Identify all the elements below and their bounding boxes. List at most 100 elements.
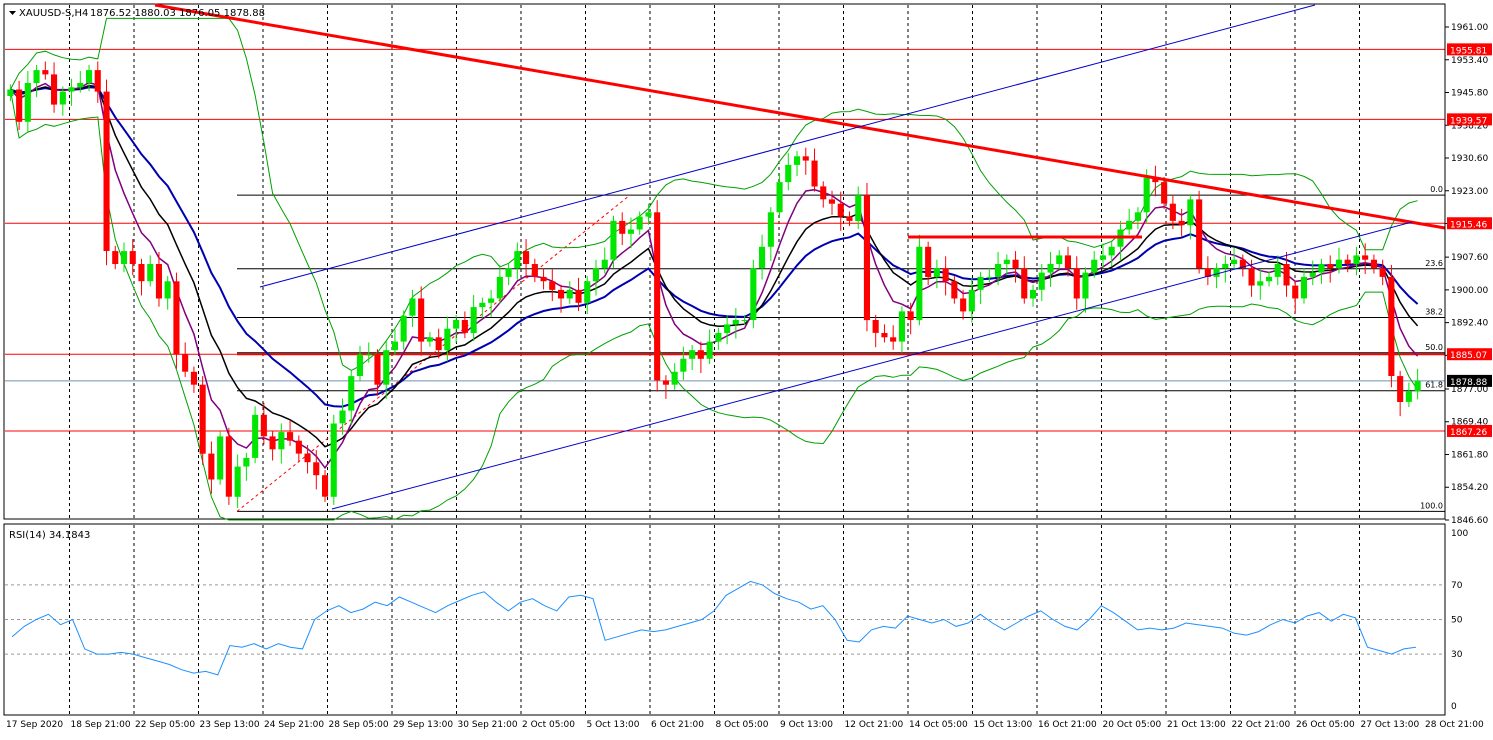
candle-body[interactable] — [697, 350, 704, 359]
candle-body[interactable] — [435, 337, 442, 351]
candle-body[interactable] — [86, 70, 93, 83]
candle-body[interactable] — [1327, 264, 1334, 269]
candle-body[interactable] — [479, 302, 486, 308]
candle-body[interactable] — [881, 333, 888, 338]
candle-body[interactable] — [199, 384, 206, 454]
candle-body[interactable] — [680, 358, 687, 372]
candle-body[interactable] — [1056, 255, 1063, 264]
candle-body[interactable] — [304, 453, 311, 463]
candle-body[interactable] — [759, 246, 766, 269]
candle-body[interactable] — [1257, 281, 1264, 286]
candle-body[interactable] — [811, 160, 818, 187]
candle-body[interactable] — [995, 264, 1002, 277]
candle-body[interactable] — [217, 436, 224, 480]
candle-body[interactable] — [16, 89, 23, 122]
candle-body[interactable] — [1283, 264, 1290, 286]
candle-body[interactable] — [514, 251, 521, 269]
candle-body[interactable] — [444, 328, 451, 351]
candle-body[interactable] — [112, 251, 119, 264]
candle-body[interactable] — [287, 432, 294, 441]
candle-body[interactable] — [1266, 276, 1273, 282]
candle-body[interactable] — [51, 74, 58, 105]
candle-body[interactable] — [339, 410, 346, 424]
candle-body[interactable] — [898, 311, 905, 342]
candle-body[interactable] — [190, 371, 197, 385]
candle-body[interactable] — [636, 216, 643, 230]
candle-body[interactable] — [1196, 199, 1203, 269]
candle-body[interactable] — [662, 380, 669, 385]
candle-body[interactable] — [260, 414, 267, 437]
candle-body[interactable] — [846, 216, 853, 221]
candle-body[interactable] — [732, 320, 739, 325]
candle-body[interactable] — [505, 268, 512, 277]
candle-body[interactable] — [1213, 268, 1220, 277]
candle-body[interactable] — [252, 414, 259, 458]
candle-body[interactable] — [802, 156, 809, 161]
candle-body[interactable] — [322, 475, 329, 497]
candle-body[interactable] — [1099, 255, 1106, 260]
candle-body[interactable] — [960, 298, 967, 312]
candle-body[interactable] — [1335, 259, 1342, 269]
candle-body[interactable] — [916, 246, 923, 321]
candle-body[interactable] — [33, 70, 40, 83]
candle-body[interactable] — [24, 83, 31, 122]
candle-body[interactable] — [1187, 199, 1194, 226]
candle-body[interactable] — [94, 70, 101, 92]
candle-body[interactable] — [1143, 177, 1150, 213]
candle-body[interactable] — [453, 320, 460, 329]
candle-body[interactable] — [724, 324, 731, 333]
candle-body[interactable] — [925, 246, 932, 277]
candle-body[interactable] — [1073, 268, 1080, 299]
candle-body[interactable] — [383, 350, 390, 385]
candle-body[interactable] — [1318, 264, 1325, 273]
candle-body[interactable] — [872, 320, 879, 333]
candle-body[interactable] — [592, 268, 599, 282]
candle-body[interactable] — [59, 91, 66, 105]
candle-body[interactable] — [689, 350, 696, 359]
candle-body[interactable] — [610, 220, 617, 260]
candle-body[interactable] — [1047, 264, 1054, 273]
candle-body[interactable] — [986, 276, 993, 278]
candle-body[interactable] — [1414, 380, 1421, 392]
candle-body[interactable] — [1388, 276, 1395, 376]
candle-body[interactable] — [356, 354, 363, 377]
candle-body[interactable] — [933, 268, 940, 277]
candle-body[interactable] — [837, 203, 844, 217]
candle-body[interactable] — [470, 307, 477, 333]
candle-body[interactable] — [1274, 264, 1281, 277]
candle-body[interactable] — [1038, 272, 1045, 290]
candle-body[interactable] — [1397, 376, 1404, 402]
candle-body[interactable] — [855, 195, 862, 221]
candle-body[interactable] — [1309, 272, 1316, 277]
candle-body[interactable] — [461, 320, 468, 333]
candle-body[interactable] — [1353, 255, 1360, 264]
candle-body[interactable] — [243, 457, 250, 467]
candle-body[interactable] — [348, 376, 355, 411]
candle-body[interactable] — [77, 83, 84, 88]
candle-body[interactable] — [1178, 220, 1185, 226]
candle-body[interactable] — [1108, 246, 1115, 256]
candle-body[interactable] — [400, 315, 407, 342]
candle-body[interactable] — [741, 320, 748, 321]
candle-body[interactable] — [1292, 285, 1299, 299]
candle-body[interactable] — [374, 354, 381, 385]
candle-body[interactable] — [1405, 391, 1412, 402]
candle-body[interactable] — [619, 220, 626, 234]
candle-body[interactable] — [706, 341, 713, 359]
candle-body[interactable] — [558, 289, 565, 299]
candle-body[interactable] — [540, 276, 547, 282]
candle-body[interactable] — [120, 251, 127, 264]
candle-body[interactable] — [1064, 255, 1071, 269]
candle-body[interactable] — [182, 354, 189, 372]
candle-body[interactable] — [1082, 272, 1089, 299]
candle-body[interactable] — [566, 289, 573, 299]
candle-body[interactable] — [295, 440, 302, 454]
candle-body[interactable] — [968, 289, 975, 312]
candle-body[interactable] — [155, 264, 162, 299]
candle-body[interactable] — [1126, 220, 1133, 230]
candle-body[interactable] — [426, 337, 433, 342]
candle-body[interactable] — [531, 264, 538, 277]
candle-body[interactable] — [654, 212, 661, 381]
candle-body[interactable] — [330, 423, 337, 497]
candle-body[interactable] — [42, 70, 49, 75]
